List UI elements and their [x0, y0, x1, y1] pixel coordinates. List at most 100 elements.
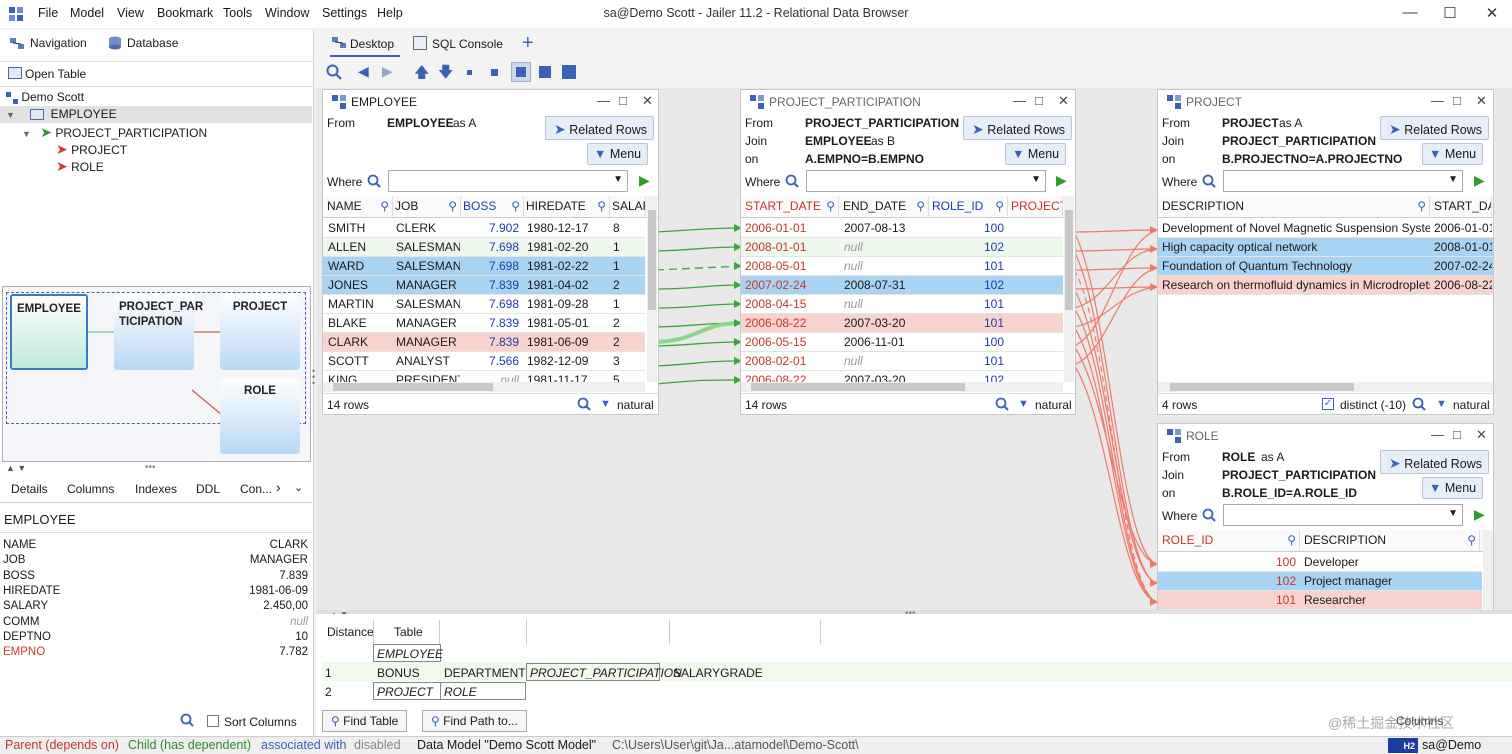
- related-rows-button[interactable]: ➤ Related Rows: [545, 116, 655, 140]
- table-row[interactable]: Foundation of Quantum Technology 2007-02-…: [1158, 257, 1493, 276]
- order-label[interactable]: natural: [1453, 398, 1490, 412]
- table-row[interactable]: SCOTT ANALYST 7.566 1982-12-09 3: [323, 352, 645, 371]
- related-rows-button[interactable]: ➤ Related Rows: [1380, 450, 1490, 474]
- run-icon[interactable]: ▶: [1474, 506, 1485, 523]
- search-icon[interactable]: [785, 174, 799, 188]
- col-header[interactable]: ROLE_ID ⚲: [1162, 530, 1300, 550]
- where-input[interactable]: ▼: [388, 170, 628, 192]
- horizontal-scrollbar[interactable]: [1158, 382, 1493, 392]
- where-input[interactable]: ▼: [1223, 170, 1463, 192]
- col-header[interactable]: END_DATE ⚲: [843, 196, 929, 216]
- col-header[interactable]: NAME ⚲: [327, 196, 393, 216]
- frame-minimize-button[interactable]: —: [1431, 93, 1444, 108]
- table-row[interactable]: Research on thermofluid dynamics in Micr…: [1158, 276, 1493, 295]
- table-row[interactable]: 2006-01-01 2007-08-13 100: [741, 219, 1063, 238]
- path-node-role[interactable]: ROLE: [440, 682, 526, 700]
- menu-button[interactable]: ▼ Menu: [1005, 143, 1067, 165]
- where-input[interactable]: ▼: [1223, 504, 1463, 526]
- frame-maximize-button[interactable]: □: [1453, 93, 1461, 108]
- frame-minimize-button[interactable]: —: [1013, 93, 1026, 108]
- table-row[interactable]: 2006-05-15 2006-11-01 100: [741, 333, 1063, 352]
- search-icon[interactable]: [1202, 174, 1216, 188]
- related-rows-button[interactable]: ➤ Related Rows: [963, 116, 1073, 140]
- table-row[interactable]: CLARK MANAGER 7.839 1981-06-09 2: [323, 333, 645, 352]
- dropdown-arrow-icon[interactable]: ▼: [1031, 174, 1041, 185]
- col-header[interactable]: ROLE_ID ⚲: [932, 196, 1008, 216]
- dropdown-arrow-icon[interactable]: ▼: [613, 174, 623, 185]
- run-icon[interactable]: ▶: [1474, 172, 1485, 189]
- frame-maximize-button[interactable]: □: [1035, 93, 1043, 108]
- dropdown-arrow-icon[interactable]: ▼: [1448, 508, 1458, 519]
- sort-columns-checkbox[interactable]: [207, 715, 219, 727]
- order-label[interactable]: natural: [1035, 398, 1072, 412]
- table-row[interactable]: ALLEN SALESMAN 7.698 1981-02-20 1: [323, 238, 645, 257]
- frame-maximize-button[interactable]: □: [619, 93, 627, 108]
- table-row[interactable]: 2008-02-01 null 101: [741, 352, 1063, 371]
- frame-titlebar[interactable]: EMPLOYEE — □ ✕: [323, 90, 658, 114]
- menu-button[interactable]: ▼ Menu: [1422, 477, 1484, 499]
- frame-titlebar[interactable]: PROJECT — □ ✕: [1158, 90, 1493, 114]
- table-row[interactable]: High capacity optical network 2008-01-01: [1158, 238, 1493, 257]
- path-node-employee[interactable]: EMPLOYEE: [373, 644, 443, 662]
- frame-maximize-button[interactable]: □: [1453, 427, 1461, 442]
- table-row[interactable]: SMITH CLERK 7.902 1980-12-17 8: [323, 219, 645, 238]
- where-input[interactable]: ▼: [806, 170, 1046, 192]
- table-row[interactable]: 101 Researcher: [1158, 591, 1482, 610]
- related-rows-button[interactable]: ➤ Related Rows: [1380, 116, 1490, 140]
- vertical-scrollbar[interactable]: [1483, 530, 1493, 610]
- table-row[interactable]: 2008-04-15 null 101: [741, 295, 1063, 314]
- frame-titlebar[interactable]: ROLE — □ ✕: [1158, 424, 1493, 448]
- search-icon[interactable]: [1412, 397, 1426, 411]
- filter-icon[interactable]: ▼: [1436, 398, 1447, 410]
- table-row[interactable]: JONES MANAGER 7.839 1981-04-02 2: [323, 276, 645, 295]
- find-path-button[interactable]: ⚲ Find Path to...: [422, 710, 527, 732]
- col-header[interactable]: BOSS ⚲: [463, 196, 524, 216]
- employee-frame[interactable]: EMPLOYEE — □ ✕ From EMPLOYEE as A ➤ Rela…: [322, 89, 659, 415]
- col-header[interactable]: JOB ⚲: [395, 196, 461, 216]
- table-row[interactable]: Development of Novel Magnetic Suspension…: [1158, 219, 1493, 238]
- frame-close-button[interactable]: ✕: [1058, 93, 1069, 109]
- search-icon[interactable]: [995, 397, 1009, 411]
- horizontal-scrollbar[interactable]: [323, 382, 645, 392]
- role-frame[interactable]: ROLE — □ ✕ From ROLE as A Join PROJECT_P…: [1157, 423, 1494, 610]
- dropdown-arrow-icon[interactable]: ▼: [1448, 174, 1458, 185]
- table-row[interactable]: 2006-08-22 2007-03-20 101: [741, 314, 1063, 333]
- table-row[interactable]: 100 Developer: [1158, 553, 1482, 572]
- col-header[interactable]: DESCRIPTION ⚲: [1162, 196, 1430, 216]
- frame-close-button[interactable]: ✕: [1476, 93, 1487, 109]
- table-row[interactable]: BLAKE MANAGER 7.839 1981-05-01 2: [323, 314, 645, 333]
- path-node-project-participation[interactable]: PROJECT_PARTICIPATION: [526, 663, 682, 681]
- search-icon[interactable]: [180, 713, 194, 727]
- table-row[interactable]: 2007-02-24 2008-07-31 102: [741, 276, 1063, 295]
- menu-button[interactable]: ▼ Menu: [1422, 143, 1484, 165]
- search-icon[interactable]: [1202, 508, 1216, 522]
- col-header[interactable]: PROJECTN: [1011, 196, 1063, 216]
- filter-icon[interactable]: ▼: [1018, 398, 1029, 410]
- frame-close-button[interactable]: ✕: [1476, 427, 1487, 443]
- project-participation-frame[interactable]: PROJECT_PARTICIPATION — □ ✕ From PROJECT…: [740, 89, 1076, 415]
- frame-minimize-button[interactable]: —: [597, 93, 610, 108]
- search-icon[interactable]: [577, 397, 591, 411]
- path-node-salarygrade[interactable]: SALARYGRADE: [673, 666, 763, 680]
- col-header[interactable]: START_DATE ⚲: [745, 196, 839, 216]
- path-node-department[interactable]: DEPARTMENT: [444, 666, 526, 680]
- vertical-scrollbar[interactable]: [1064, 196, 1074, 382]
- table-row[interactable]: WARD SALESMAN 7.698 1981-02-22 1: [323, 257, 645, 276]
- table-row[interactable]: MARTIN SALESMAN 7.698 1981-09-28 1: [323, 295, 645, 314]
- table-row[interactable]: 2008-05-01 null 101: [741, 257, 1063, 276]
- search-icon[interactable]: [367, 174, 381, 188]
- path-node-project[interactable]: PROJECT: [373, 682, 441, 700]
- distinct-checkbox[interactable]: ✓: [1322, 398, 1334, 410]
- path-node-bonus[interactable]: BONUS: [377, 666, 420, 680]
- vertical-scrollbar[interactable]: [647, 196, 657, 382]
- project-frame[interactable]: PROJECT — □ ✕ From PROJECT as A Join PRO…: [1157, 89, 1494, 415]
- order-label[interactable]: natural: [617, 398, 654, 412]
- col-header[interactable]: SALAR: [612, 196, 646, 216]
- table-row[interactable]: 2008-01-01 null 102: [741, 238, 1063, 257]
- frame-minimize-button[interactable]: —: [1431, 427, 1444, 442]
- frame-titlebar[interactable]: PROJECT_PARTICIPATION — □ ✕: [741, 90, 1075, 114]
- col-header[interactable]: START_DAT: [1434, 196, 1492, 216]
- run-icon[interactable]: ▶: [639, 172, 650, 189]
- menu-button[interactable]: ▼ Menu: [587, 143, 649, 165]
- table-row[interactable]: 102 Project manager: [1158, 572, 1482, 591]
